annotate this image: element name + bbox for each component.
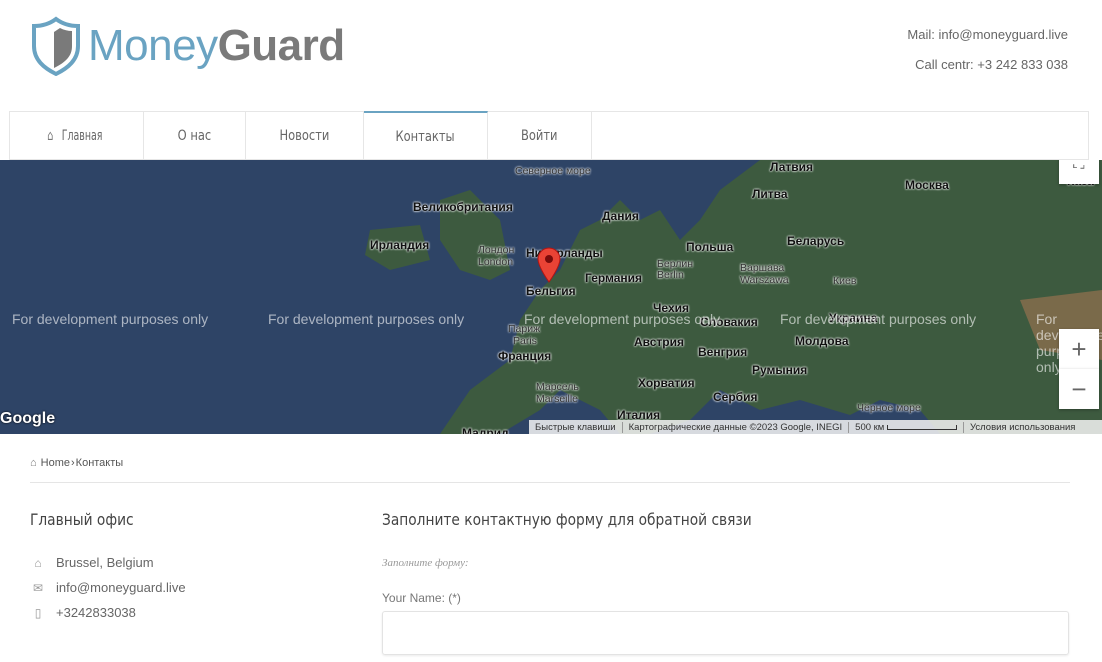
nav-contacts[interactable]: Контакты xyxy=(364,111,488,160)
map-label: Хорватия xyxy=(638,376,695,390)
name-label: Your Name: (*) xyxy=(382,591,461,605)
nav-home[interactable]: ⌂ Главная xyxy=(10,112,144,160)
nav-about[interactable]: О нас xyxy=(144,112,246,160)
scale[interactable]: 500 км xyxy=(849,421,964,433)
header-phone: Call centr: +3 242 833 038 xyxy=(915,57,1068,72)
nav-news[interactable]: Новости xyxy=(246,112,364,160)
shield-icon xyxy=(32,16,80,76)
nav-news-label: Новости xyxy=(279,128,330,144)
map-label: Марсель xyxy=(536,381,579,393)
form-title: Заполните контактную форму для обратной … xyxy=(382,510,752,529)
nav-login-label: Войти xyxy=(521,128,558,144)
map-label: Венгрия xyxy=(698,345,748,359)
envelope-icon: ✉ xyxy=(32,580,44,595)
map-label: Польша xyxy=(686,240,734,254)
map-data-text: Картографические данные ©2023 Google, IN… xyxy=(623,421,850,433)
address-text: Brussel, Belgium xyxy=(56,555,154,570)
dev-watermark: For development purposes only xyxy=(268,311,465,327)
fullscreen-button[interactable]: ⛶ xyxy=(1059,160,1099,184)
email-text[interactable]: info@moneyguard.live xyxy=(56,580,186,595)
map-marker-icon[interactable] xyxy=(537,247,561,283)
logo[interactable]: MoneyGuard xyxy=(30,16,345,76)
map-label: Ирландия xyxy=(370,238,430,252)
nav-about-label: О нас xyxy=(177,128,212,144)
divider xyxy=(30,482,1070,483)
map-label: Литва xyxy=(752,187,788,201)
map-label: Paris xyxy=(513,335,537,347)
map-label: London xyxy=(478,256,514,268)
nav-contacts-label: Контакты xyxy=(395,128,456,145)
map-label: Berlin xyxy=(657,269,684,281)
breadcrumb-home[interactable]: Home xyxy=(41,457,70,469)
home-icon: ⌂ xyxy=(46,128,53,144)
map-label: Лондон xyxy=(478,244,515,256)
form-subtitle: Заполните форму: xyxy=(382,557,469,569)
home-icon: ⌂ xyxy=(30,457,37,469)
keyboard-shortcuts-link[interactable]: Быстрые клавиши xyxy=(529,421,623,433)
dev-watermark: For development purposes only xyxy=(524,311,721,327)
logo-text-guard: Guard xyxy=(217,21,346,70)
map-label: Великобритания xyxy=(413,200,513,214)
header-mail: Mail: info@moneyguard.live xyxy=(907,27,1068,42)
nav-home-label: Главная xyxy=(61,128,103,144)
logo-text-money: Money xyxy=(88,21,218,70)
header: MoneyGuard Mail: info@moneyguard.live Ca… xyxy=(0,0,1102,111)
map-label: Северное море xyxy=(515,165,591,177)
map-label: Беларусь xyxy=(787,234,845,248)
nav-login[interactable]: Войти xyxy=(488,112,592,160)
name-input[interactable] xyxy=(382,611,1069,655)
map-label: Warszawa xyxy=(740,274,789,286)
map-label: Румыния xyxy=(752,363,808,377)
map-label: Бельгия xyxy=(526,284,576,298)
zoom-in-button[interactable]: + xyxy=(1059,329,1099,369)
office-phone: ▯ +3242833038 xyxy=(30,605,136,620)
dev-watermark: For development purposes only xyxy=(12,311,209,327)
map-label: Москва xyxy=(905,178,949,192)
map-label: Чёрное море xyxy=(857,402,921,414)
map-footer: Быстрые клавиши Картографические данные … xyxy=(529,420,1102,434)
map-label: Германия xyxy=(585,271,643,285)
office-address: ⌂ Brussel, Belgium xyxy=(30,555,154,570)
zoom-out-button[interactable]: − xyxy=(1059,369,1099,409)
dev-watermark: For development purposes only xyxy=(780,311,977,327)
map-label: Сербия xyxy=(713,390,758,404)
map-label: Marseille xyxy=(536,393,579,405)
office-email: ✉ info@moneyguard.live xyxy=(30,580,186,595)
map[interactable]: ЛатвияМоскваКазаСеверное мореВеликобрита… xyxy=(0,160,1102,434)
main-nav: ⌂ Главная О нас Новости Контакты Войти xyxy=(9,111,1089,160)
map-label: Австрия xyxy=(634,335,685,349)
office-title: Главный офис xyxy=(30,510,134,529)
map-label: Мадрид xyxy=(462,426,509,434)
map-label: Варшава xyxy=(740,262,785,274)
map-label: Латвия xyxy=(770,160,814,174)
home-icon: ⌂ xyxy=(34,555,42,570)
mobile-phone-icon: ▯ xyxy=(34,605,42,620)
terms-link[interactable]: Условия использования xyxy=(964,422,1081,433)
map-label: Киев xyxy=(833,275,857,287)
scale-label: 500 км xyxy=(855,421,885,433)
map-label: Дания xyxy=(602,209,639,223)
map-label: Молдова xyxy=(795,334,849,348)
breadcrumb-separator: › xyxy=(71,457,75,469)
phone-text: +3242833038 xyxy=(56,605,136,620)
breadcrumb: ⌂ Home › Контакты xyxy=(30,457,123,469)
breadcrumb-current: Контакты xyxy=(75,457,124,469)
map-label: Франция xyxy=(498,349,552,363)
google-logo[interactable]: Google xyxy=(0,410,55,428)
scale-bar xyxy=(886,424,957,430)
